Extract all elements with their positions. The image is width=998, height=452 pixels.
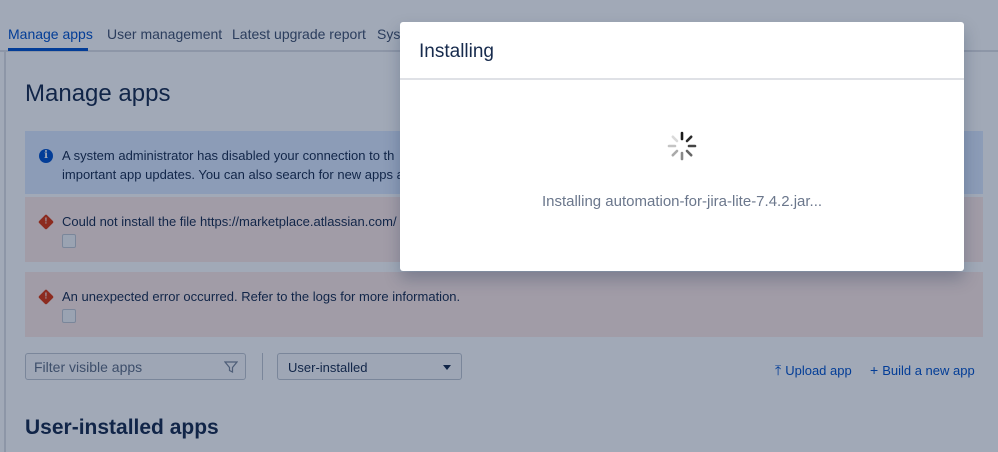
spinner-icon	[667, 131, 697, 161]
install-status-text: Installing automation-for-jira-lite-7.4.…	[541, 193, 823, 210]
dialog-header: Installing	[400, 22, 964, 80]
dialog-title: Installing	[419, 41, 494, 62]
installing-dialog: Installing Installing automation-for-jir…	[400, 22, 964, 271]
